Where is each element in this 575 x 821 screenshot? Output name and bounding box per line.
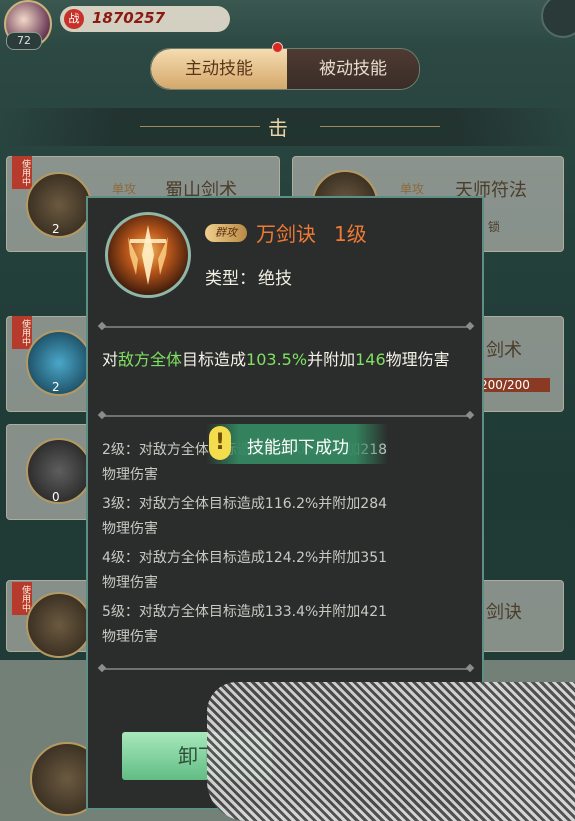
skill-tabs: 主动技能 被动技能 (150, 48, 420, 90)
level-3-text: 3级：对敌方全体目标造成116.2%并附加284 物理伤害 (102, 492, 472, 542)
toast-text: 技能卸下成功 (247, 438, 349, 458)
skill-count: 0 (52, 490, 60, 504)
section-divider-right (320, 126, 440, 127)
level-line: 物理伤害 (102, 629, 158, 645)
level-line: 3级：对敌方全体目标造成116.2%并附加284 (102, 496, 388, 512)
section-divider-left (140, 126, 260, 127)
desc-text: 对 (102, 350, 119, 369)
desc-flat: 146 (355, 350, 386, 369)
skill-name: 万剑诀 (256, 222, 316, 246)
player-level: 72 (6, 32, 42, 50)
skill-lock-text: 锁 (488, 220, 501, 234)
type-value: 绝技 (258, 269, 292, 289)
level-5-text: 5级：对敌方全体目标造成133.4%并附加421 物理伤害 (102, 600, 472, 650)
tab-active-skills[interactable]: 主动技能 (151, 49, 287, 89)
divider (102, 668, 470, 670)
skill-description: 对敌方全体目标造成103.5%并附加146物理伤害 (102, 346, 472, 374)
obscured-region (207, 682, 575, 821)
skill-tag: 单攻 (112, 182, 137, 196)
exclamation-icon: ! (209, 426, 231, 460)
notification-dot (272, 42, 283, 53)
desc-text: 目标造成 (182, 350, 247, 369)
level-line: 物理伤害 (102, 521, 158, 537)
in-use-tag: 使用中 (12, 316, 32, 349)
skill-count: 2 (52, 222, 60, 236)
skill-tag: 单攻 (400, 182, 425, 196)
desc-text: 物理伤害 (385, 350, 450, 369)
skill-level: 1级 (334, 222, 367, 246)
skill-icon (26, 592, 92, 658)
sword-icon (105, 212, 191, 298)
level-line: 物理伤害 (102, 467, 158, 483)
level-line: 物理伤害 (102, 575, 158, 591)
divider (102, 415, 470, 417)
type-label: 类型： (205, 269, 256, 289)
tab-passive-skills[interactable]: 被动技能 (287, 49, 419, 89)
divider (102, 326, 470, 328)
desc-percent: 103.5% (246, 350, 308, 369)
in-use-tag: 使用中 (12, 156, 32, 189)
skill-count: 2 (52, 380, 60, 394)
power-value: 1870257 (92, 9, 166, 27)
section-title: 击 (268, 116, 288, 140)
level-line: 5级：对敌方全体目标造成133.4%并附加421 (102, 604, 388, 620)
aoe-tag: 群攻 (205, 224, 247, 242)
level-4-text: 4级：对敌方全体目标造成124.2%并附加351 物理伤害 (102, 546, 472, 596)
skill-name: 剑诀 (486, 602, 522, 623)
level-line: 4级：对敌方全体目标造成124.2%并附加351 (102, 550, 388, 566)
desc-text: 并附加 (307, 350, 356, 369)
skill-name: 剑术 (486, 340, 522, 361)
skill-progress: 200/200 (480, 378, 550, 392)
desc-target: 敌方全体 (118, 350, 183, 369)
power-icon: 战 (64, 9, 84, 29)
